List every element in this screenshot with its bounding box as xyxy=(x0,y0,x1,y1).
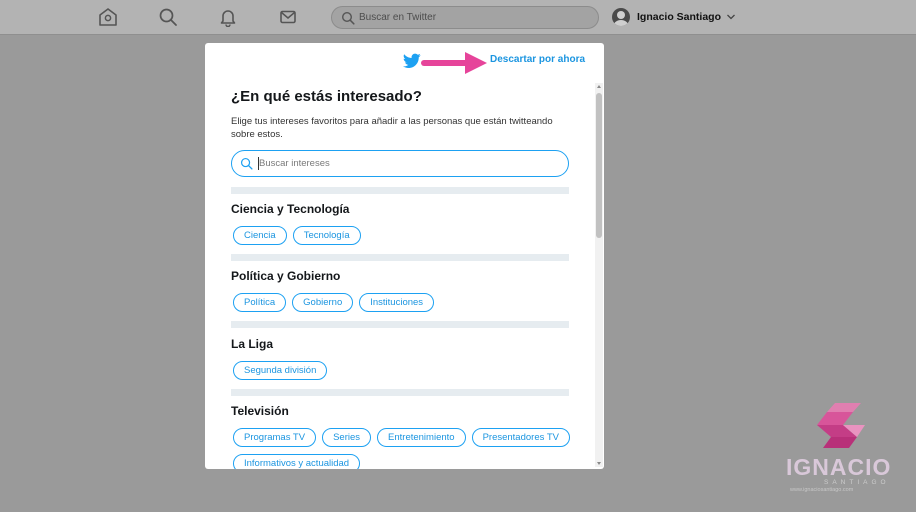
search-icon xyxy=(240,157,253,170)
search-placeholder: Buscar en Twitter xyxy=(359,12,437,23)
username-label: Ignacio Santiago xyxy=(637,11,722,23)
category-title: Televisión xyxy=(231,404,289,418)
avatar xyxy=(612,8,630,26)
twitter-bird-icon xyxy=(403,53,421,68)
interest-chip[interactable]: Programas TV xyxy=(233,428,317,447)
interest-chip[interactable]: Ciencia xyxy=(233,226,287,245)
search-icon xyxy=(341,11,355,25)
modal-scrollbar[interactable] xyxy=(595,83,603,467)
category-title: Ciencia y Tecnología xyxy=(231,202,350,216)
interest-chip[interactable]: Series xyxy=(322,428,372,447)
chip-group: Política Gobierno Instituciones xyxy=(233,293,573,312)
dismiss-for-now-link[interactable]: Descartar por ahora xyxy=(490,54,585,65)
interest-chip[interactable]: Tecnología xyxy=(292,226,361,245)
home-icon[interactable] xyxy=(98,7,118,27)
watermark-logo-icon xyxy=(817,403,865,448)
interests-modal: Descartar por ahora ¿En qué estás intere… xyxy=(205,43,604,469)
section-divider xyxy=(231,254,569,261)
category-title: La Liga xyxy=(231,337,274,351)
watermark: IGNACIO SANTIAGO www.ignaciosantiago.com xyxy=(780,403,910,498)
watermark-name: IGNACIO xyxy=(786,454,892,480)
interest-chip[interactable]: Política xyxy=(233,293,287,312)
category-title: Política y Gobierno xyxy=(231,269,341,283)
chip-group: Segunda división xyxy=(233,361,573,380)
twitter-search-input[interactable]: Buscar en Twitter xyxy=(331,6,599,29)
explore-icon[interactable] xyxy=(158,7,178,27)
interests-search-input[interactable]: Buscar intereses xyxy=(231,150,569,177)
interest-chip[interactable]: Instituciones xyxy=(359,293,435,312)
chip-group: Ciencia Tecnología xyxy=(233,226,573,245)
section-divider xyxy=(231,187,569,194)
modal-title: ¿En qué estás interesado? xyxy=(231,88,422,105)
watermark-subtitle: SANTIAGO xyxy=(824,479,890,486)
interest-chip[interactable]: Informativos y actualidad xyxy=(233,454,361,469)
interest-chip[interactable]: Segunda división xyxy=(233,361,328,380)
interest-chip[interactable]: Presentadores TV xyxy=(471,428,570,447)
notifications-icon[interactable] xyxy=(218,7,238,28)
chevron-down-icon xyxy=(727,14,735,20)
interest-chip[interactable]: Gobierno xyxy=(292,293,354,312)
section-divider xyxy=(231,389,569,396)
interest-chip[interactable]: Entretenimiento xyxy=(377,428,466,447)
interests-search-placeholder: Buscar intereses xyxy=(259,158,330,169)
watermark-url: www.ignaciosantiago.com xyxy=(790,487,854,493)
pointer-arrow-icon xyxy=(421,52,487,74)
modal-subtitle: Elige tus intereses favoritos para añadi… xyxy=(231,116,553,140)
messages-icon[interactable] xyxy=(278,7,298,27)
section-divider xyxy=(231,321,569,328)
top-navigation-bar: Buscar en Twitter Ignacio Santiago xyxy=(0,0,916,35)
chip-group: Programas TV Series Entretenimiento Pres… xyxy=(233,428,573,469)
user-menu[interactable]: Ignacio Santiago xyxy=(612,7,736,27)
